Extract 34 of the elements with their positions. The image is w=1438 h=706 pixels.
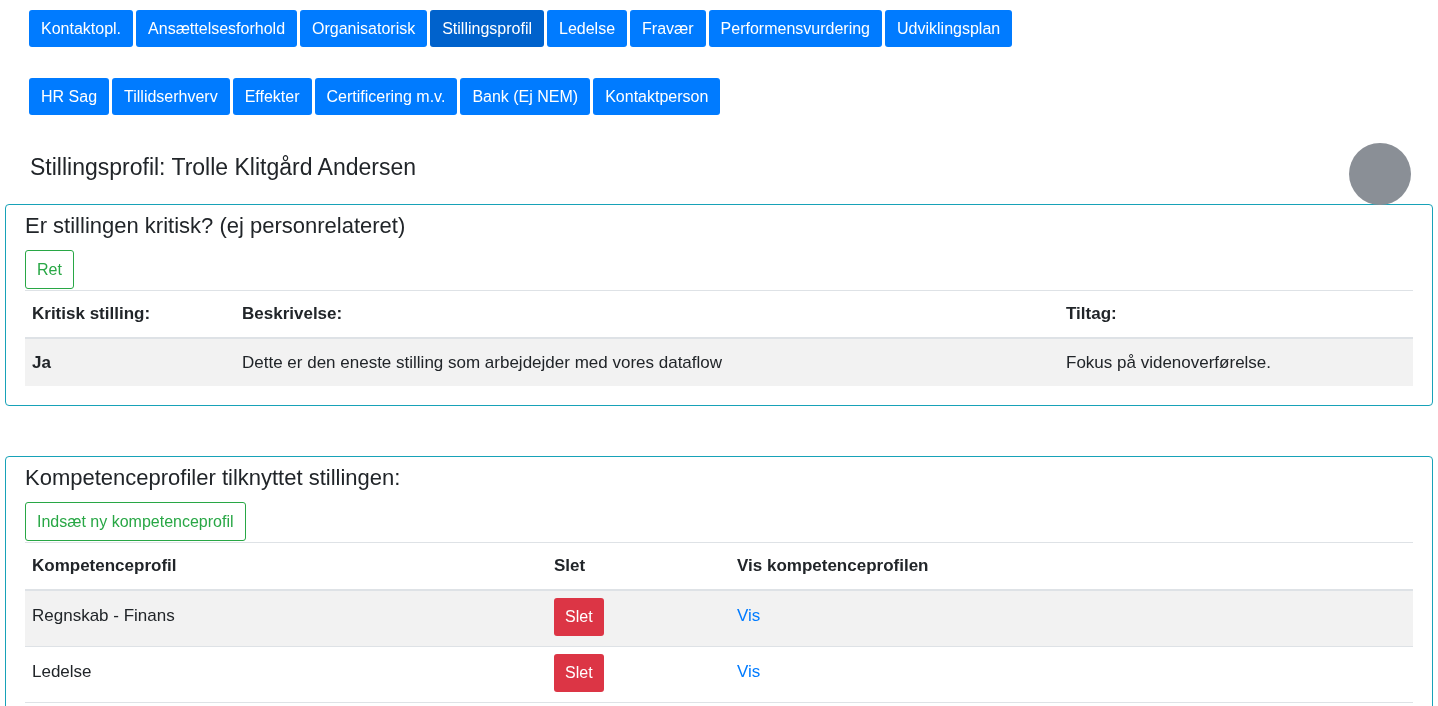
column-header: Kritisk stilling: — [25, 290, 235, 338]
column-header: Kompetenceprofil — [25, 542, 547, 590]
column-header: Tiltag: — [1059, 290, 1413, 338]
column-header: Slet — [547, 542, 730, 590]
page-title: Stillingsprofil: Trolle Klitgård Andersen — [30, 152, 417, 182]
table-cell: Regnskab - Finans — [25, 589, 547, 646]
nav-tab[interactable]: Ledelse — [547, 10, 628, 47]
nav-tab[interactable]: Fravær — [630, 10, 706, 47]
nav-tab[interactable]: Kontaktopl. — [29, 10, 134, 47]
view-link[interactable]: Vis — [737, 661, 761, 681]
column-header: Beskrivelse: — [235, 290, 1059, 338]
nav-tab[interactable]: Tillidserhverv — [112, 78, 230, 115]
nav-tab[interactable]: Effekter — [232, 78, 312, 115]
nav-tab[interactable]: Certificering m.v. — [314, 78, 458, 115]
nav-tab[interactable]: Udviklingsplan — [885, 10, 1013, 47]
add-button[interactable]: Indsæt ny kompetenceprofil — [25, 502, 246, 541]
section-heading: Kompetenceprofiler tilknyttet stillingen: — [25, 464, 402, 492]
delete-button[interactable]: Slet — [554, 597, 604, 636]
table-cell: Ja — [25, 337, 235, 386]
nav-tab[interactable]: Stillingsprofil — [430, 10, 544, 47]
nav-tab[interactable]: Ansættelsesforhold — [136, 10, 298, 47]
table-cell: Dette er den eneste stilling som arbejdejder med vores dataflow — [235, 337, 1059, 386]
nav-tab[interactable]: HR Sag — [29, 78, 110, 115]
nav-tab[interactable]: Kontaktperson — [593, 78, 721, 115]
column-header: Vis kompetenceprofilen — [730, 542, 1413, 590]
nav-tab[interactable]: Organisatorisk — [300, 10, 428, 47]
table-cell: Ledelse — [25, 646, 547, 702]
delete-button[interactable]: Slet — [554, 653, 604, 692]
view-link[interactable]: Vis — [737, 605, 761, 625]
nav-tab[interactable]: Bank (Ej NEM) — [460, 78, 591, 115]
section-heading: Er stillingen kritisk? (ej personrelateret) — [25, 212, 407, 240]
nav-tab[interactable]: Performensvurdering — [708, 10, 882, 47]
edit-button[interactable]: Ret — [25, 250, 74, 289]
table-cell: Fokus på videnoverførelse. — [1059, 337, 1413, 386]
